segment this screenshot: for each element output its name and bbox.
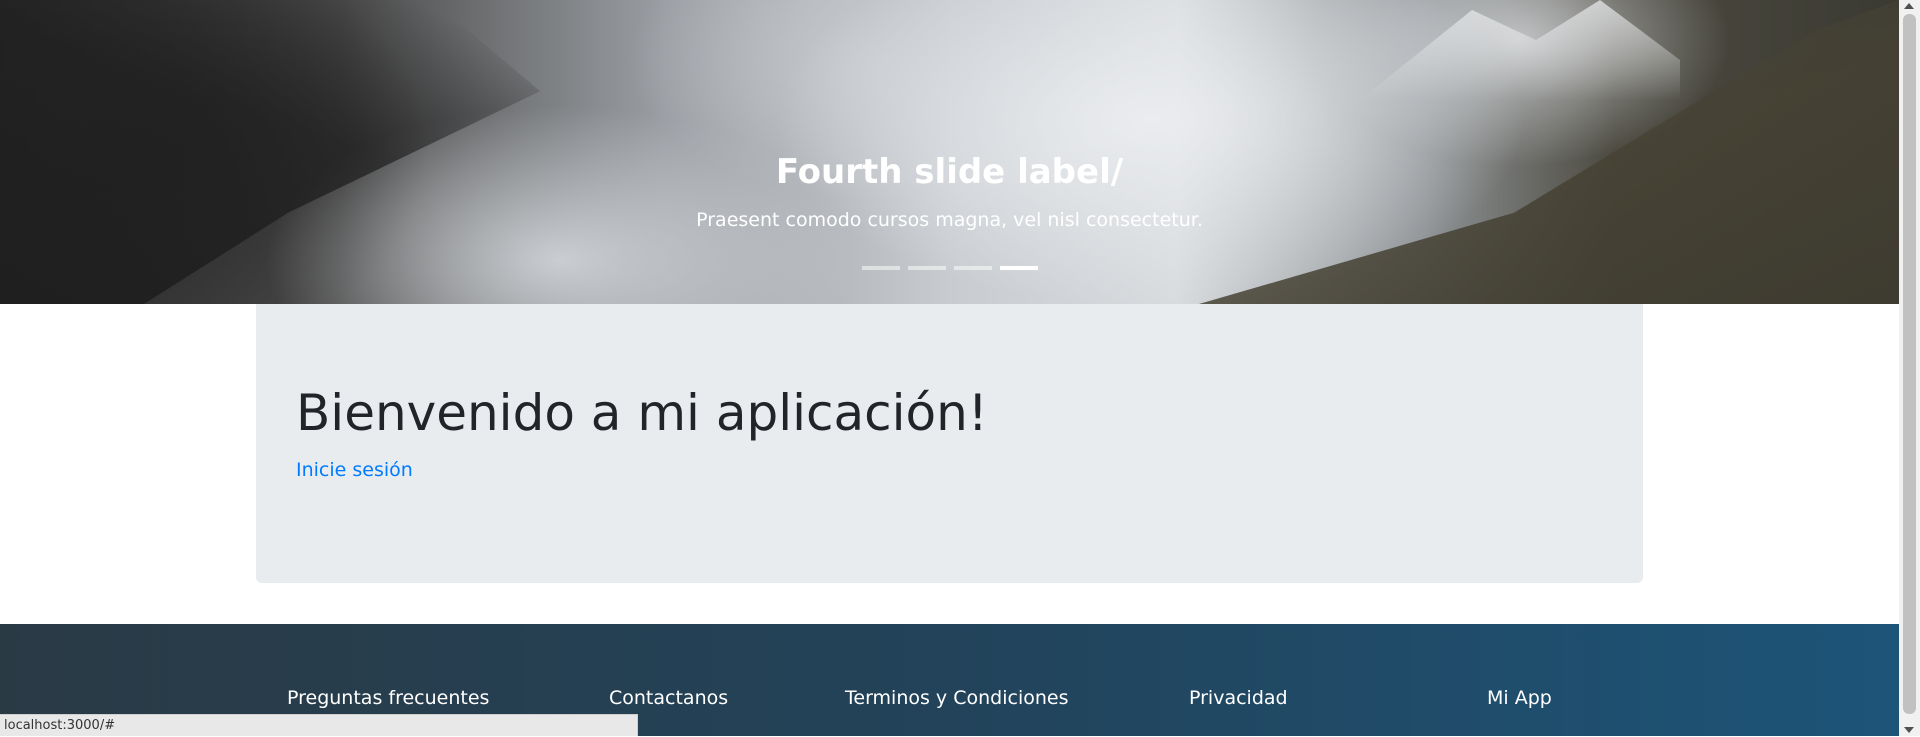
footer-link-terms[interactable]: Terminos y Condiciones: [845, 687, 1068, 709]
carousel-image-snow-peak: [1360, 0, 1680, 100]
footer-link-my-app[interactable]: Mi App: [1487, 687, 1552, 709]
welcome-jumbotron: Bienvenido a mi aplicación! Inicie sesió…: [256, 304, 1643, 583]
hero-carousel[interactable]: Fourth slide label/ Praesent comodo curs…: [0, 0, 1899, 304]
page-title: Bienvenido a mi aplicación!: [296, 384, 988, 442]
carousel-indicator-1[interactable]: [861, 266, 900, 270]
carousel-indicators: [0, 266, 1899, 270]
scroll-up-arrow-icon[interactable]: [1904, 3, 1914, 9]
browser-status-bar: localhost:3000/#: [0, 714, 638, 736]
carousel-indicator-3[interactable]: [953, 266, 992, 270]
carousel-indicator-4[interactable]: [999, 266, 1038, 270]
login-link[interactable]: Inicie sesión: [296, 459, 413, 481]
footer-link-contact[interactable]: Contactanos: [609, 687, 728, 709]
footer-link-privacy[interactable]: Privacidad: [1189, 687, 1288, 709]
carousel-indicator-2[interactable]: [907, 266, 946, 270]
vertical-scrollbar[interactable]: [1899, 0, 1920, 736]
carousel-caption-text: Praesent comodo cursos magna, vel nisl c…: [696, 209, 1203, 231]
scroll-down-arrow-icon[interactable]: [1904, 727, 1914, 733]
carousel-caption-title: Fourth slide label/: [775, 152, 1124, 192]
scroll-thumb[interactable]: [1903, 14, 1916, 714]
footer-link-faq[interactable]: Preguntas frecuentes: [287, 687, 489, 709]
